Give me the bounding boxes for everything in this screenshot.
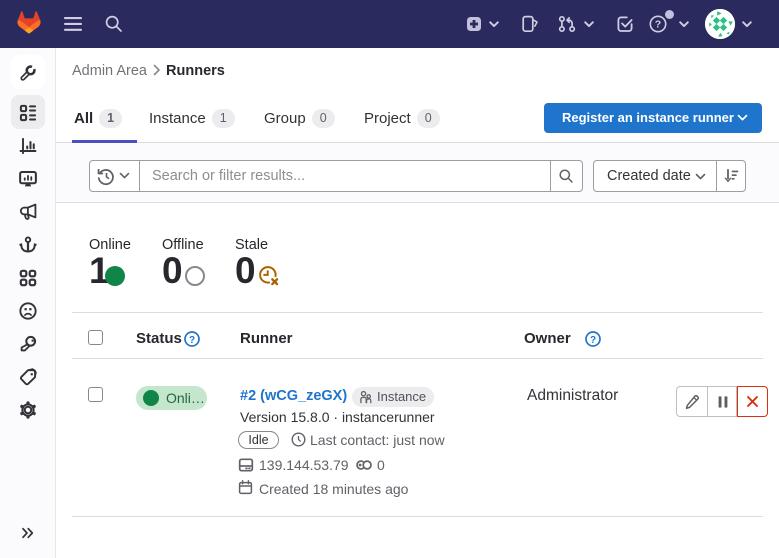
svg-text:?: ? <box>189 334 195 345</box>
svg-text:?: ? <box>655 19 661 31</box>
svg-text:?: ? <box>590 334 596 345</box>
